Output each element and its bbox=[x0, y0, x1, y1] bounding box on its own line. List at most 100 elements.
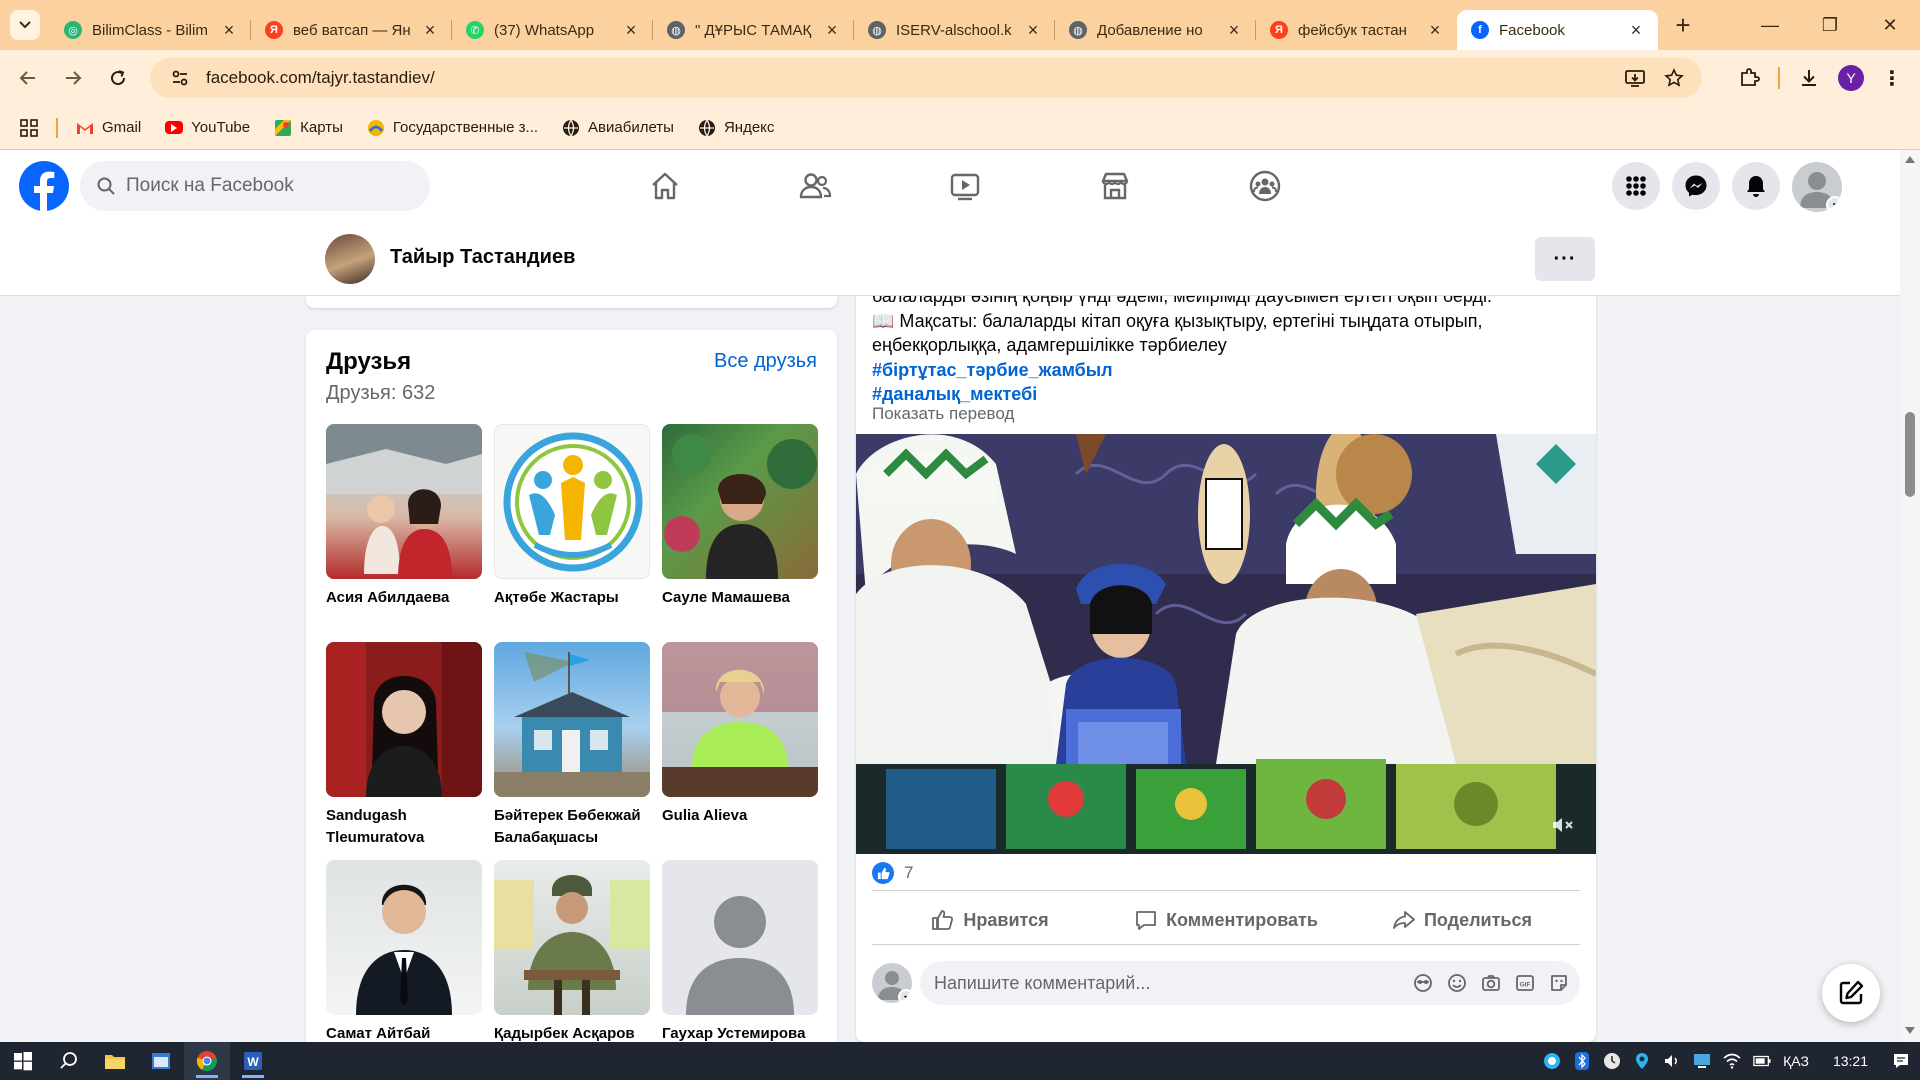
more-vertical-icon[interactable]: ⋮ bbox=[1882, 66, 1902, 91]
facebook-logo-icon[interactable] bbox=[19, 161, 69, 211]
notifications-center-icon[interactable] bbox=[1892, 1052, 1910, 1070]
commenter-avatar[interactable]: ▾ bbox=[872, 963, 912, 1003]
friend-tile[interactable]: Sandugash Tleumuratova bbox=[326, 642, 482, 849]
browser-tab[interactable]: ◍ Добавление но × bbox=[1055, 10, 1256, 50]
scrollbar-thumb[interactable] bbox=[1905, 412, 1915, 497]
display-icon[interactable] bbox=[1693, 1052, 1711, 1070]
close-icon[interactable]: × bbox=[221, 20, 237, 40]
close-icon[interactable]: × bbox=[1427, 20, 1443, 40]
browser-tab[interactable]: ◎ BilimClass - Bilim × bbox=[50, 10, 251, 50]
profile-name[interactable]: Тайыр Тастандиев bbox=[390, 246, 575, 269]
nav-home[interactable] bbox=[590, 150, 740, 222]
reload-button[interactable] bbox=[100, 60, 136, 96]
bookmark-maps[interactable]: Карты bbox=[274, 119, 343, 137]
close-icon[interactable]: × bbox=[422, 20, 438, 40]
bookmark-gmail[interactable]: Gmail bbox=[76, 119, 141, 137]
gif-icon[interactable]: GIF bbox=[1514, 972, 1536, 994]
new-tab-button[interactable]: + bbox=[1668, 10, 1698, 40]
browser-tab-active[interactable]: f Facebook × bbox=[1457, 10, 1658, 50]
page-scrollbar[interactable] bbox=[1900, 150, 1920, 1042]
nav-marketplace[interactable] bbox=[1040, 150, 1190, 222]
address-bar[interactable]: facebook.com/tajyr.tastandiev/ bbox=[150, 58, 1702, 98]
bookmark-youtube[interactable]: YouTube bbox=[165, 119, 250, 136]
emoji-icon[interactable] bbox=[1446, 972, 1468, 994]
friend-name[interactable]: Асия Абилдаева bbox=[326, 587, 482, 609]
friend-photo[interactable] bbox=[662, 860, 818, 1015]
friend-name[interactable]: Ақтөбе Жастары bbox=[494, 587, 650, 609]
install-app-icon[interactable] bbox=[1624, 68, 1646, 88]
wifi-icon[interactable] bbox=[1723, 1052, 1741, 1070]
browser-profile-avatar[interactable]: Y bbox=[1838, 65, 1864, 91]
friend-name[interactable]: Сауле Мамашева bbox=[662, 587, 818, 609]
facebook-search[interactable] bbox=[80, 161, 430, 211]
clock-time[interactable]: 13:21 bbox=[1833, 1053, 1868, 1069]
new-message-button[interactable] bbox=[1822, 964, 1880, 1022]
friend-tile[interactable]: Гаухар Устемирова bbox=[662, 860, 818, 1042]
start-button[interactable] bbox=[0, 1042, 46, 1080]
close-icon[interactable]: × bbox=[824, 20, 840, 40]
close-icon[interactable]: × bbox=[1628, 20, 1644, 40]
friend-name[interactable]: Қадырбек Асқаров bbox=[494, 1023, 650, 1042]
close-window-button[interactable]: ✕ bbox=[1860, 0, 1920, 50]
taskbar-word[interactable]: W bbox=[230, 1042, 276, 1080]
show-translation-link[interactable]: Показать перевод bbox=[872, 404, 1014, 424]
extensions-icon[interactable] bbox=[1738, 67, 1760, 89]
comment-input-box[interactable]: GIF bbox=[920, 961, 1580, 1005]
tray-app-icon[interactable] bbox=[1543, 1052, 1561, 1070]
sticker-icon[interactable] bbox=[1548, 972, 1570, 994]
hashtag-link[interactable]: #даналық_мектебі bbox=[872, 382, 1572, 407]
like-button[interactable]: Нравится bbox=[872, 896, 1108, 944]
scroll-up-icon[interactable] bbox=[1905, 156, 1915, 163]
browser-tab[interactable]: ◍ ISERV-alschool.k × bbox=[854, 10, 1055, 50]
browser-tab[interactable]: ✆ (37) WhatsApp × bbox=[452, 10, 653, 50]
avatar-sticker-icon[interactable] bbox=[1412, 972, 1434, 994]
friend-photo[interactable] bbox=[326, 424, 482, 579]
close-icon[interactable]: × bbox=[623, 20, 639, 40]
friend-name[interactable]: Бәйтерек Бөбекжай Балабақшасы bbox=[494, 805, 650, 849]
menu-button[interactable] bbox=[1612, 162, 1660, 210]
friend-tile[interactable]: Асия Абилдаева bbox=[326, 424, 482, 609]
account-avatar[interactable]: ▾ bbox=[1792, 162, 1842, 212]
clock-app-icon[interactable] bbox=[1603, 1052, 1621, 1070]
nav-video[interactable] bbox=[890, 150, 1040, 222]
camera-icon[interactable] bbox=[1480, 972, 1502, 994]
url-text[interactable]: facebook.com/tajyr.tastandiev/ bbox=[206, 68, 435, 88]
browser-tab[interactable]: ◍ " ДҰРЫС ТАМАҚ × bbox=[653, 10, 854, 50]
taskbar-chrome[interactable] bbox=[184, 1042, 230, 1080]
friend-tile[interactable]: Сауле Мамашева bbox=[662, 424, 818, 609]
messenger-button[interactable] bbox=[1672, 162, 1720, 210]
taskbar-app[interactable] bbox=[138, 1042, 184, 1080]
post-video[interactable] bbox=[856, 434, 1596, 854]
hashtag-link[interactable]: #біртұтас_тәрбие_жамбыл bbox=[872, 358, 1572, 383]
friend-tile[interactable]: Gulia Alieva bbox=[662, 642, 818, 827]
back-button[interactable] bbox=[10, 60, 46, 96]
friend-photo[interactable] bbox=[494, 424, 650, 579]
restore-button[interactable]: ❐ bbox=[1800, 0, 1860, 50]
reactions-summary[interactable]: 7 bbox=[872, 862, 913, 884]
close-icon[interactable]: × bbox=[1226, 20, 1242, 40]
location-icon[interactable] bbox=[1633, 1052, 1651, 1070]
comment-button[interactable]: Комментировать bbox=[1108, 896, 1344, 944]
comment-input[interactable] bbox=[934, 972, 1412, 994]
mute-icon[interactable] bbox=[1548, 810, 1578, 840]
friend-tile[interactable]: Қадырбек Асқаров bbox=[494, 860, 650, 1042]
friend-photo[interactable] bbox=[662, 642, 818, 797]
friend-name[interactable]: Sandugash Tleumuratova bbox=[326, 805, 482, 849]
taskbar-explorer[interactable] bbox=[92, 1042, 138, 1080]
download-icon[interactable] bbox=[1798, 67, 1820, 89]
friend-tile[interactable]: Бәйтерек Бөбекжай Балабақшасы bbox=[494, 642, 650, 849]
share-button[interactable]: Поделиться bbox=[1344, 896, 1580, 944]
friend-photo[interactable] bbox=[326, 642, 482, 797]
profile-avatar[interactable] bbox=[325, 234, 375, 284]
bluetooth-icon[interactable] bbox=[1573, 1052, 1591, 1070]
nav-friends[interactable] bbox=[740, 150, 890, 222]
bookmark-gov[interactable]: Государственные з... bbox=[367, 119, 538, 137]
bookmark-star-icon[interactable] bbox=[1664, 68, 1684, 88]
notifications-button[interactable] bbox=[1732, 162, 1780, 210]
minimize-button[interactable]: — bbox=[1740, 0, 1800, 50]
taskbar-search[interactable] bbox=[46, 1042, 92, 1080]
browser-tab[interactable]: Я веб ватсап — Ян × bbox=[251, 10, 452, 50]
close-icon[interactable]: × bbox=[1025, 20, 1041, 40]
bookmark-yandex[interactable]: Яндекс bbox=[698, 119, 774, 137]
friend-photo[interactable] bbox=[662, 424, 818, 579]
